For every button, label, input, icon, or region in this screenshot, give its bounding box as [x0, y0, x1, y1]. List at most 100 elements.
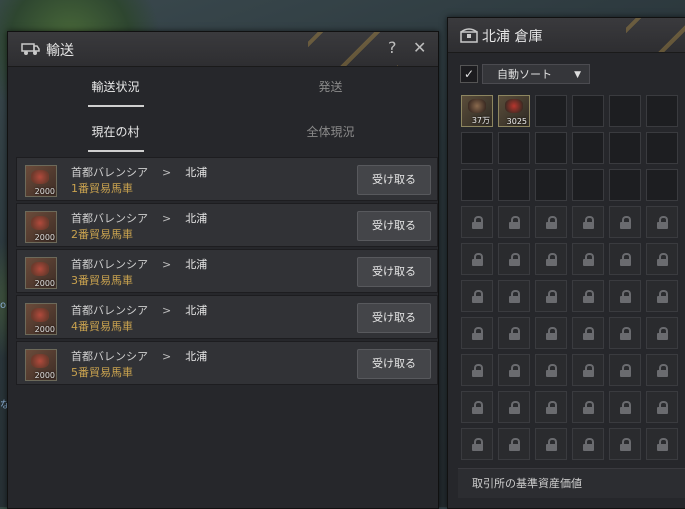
route-arrow: >	[162, 304, 172, 317]
auto-sort-checkbox[interactable]: ✓	[460, 65, 478, 83]
transport-tabs: 輸送状況 発送	[8, 67, 438, 107]
route-destination: 北浦	[185, 350, 208, 363]
inventory-slot-locked	[461, 280, 493, 312]
item-count: 3025	[506, 117, 527, 126]
inventory-slot-empty[interactable]	[609, 169, 641, 201]
inventory-slot-locked	[535, 280, 567, 312]
tab-current-village[interactable]: 現在の村	[8, 112, 223, 152]
inventory-slot-locked	[609, 428, 641, 460]
inventory-slot-empty[interactable]	[646, 132, 678, 164]
trade-goods-icon: 2000	[25, 349, 57, 381]
inventory-slot-empty[interactable]	[572, 169, 604, 201]
close-button[interactable]: ✕	[413, 38, 426, 57]
route-destination: 北浦	[185, 304, 208, 317]
help-button[interactable]: ?	[388, 38, 397, 57]
lock-icon	[583, 290, 594, 303]
lock-icon	[546, 216, 557, 229]
lock-icon	[509, 216, 520, 229]
inventory-slot-empty[interactable]	[498, 132, 530, 164]
item-count: 2000	[34, 371, 55, 380]
tab-overall-status[interactable]: 全体現況	[223, 112, 438, 152]
lock-icon	[620, 253, 631, 266]
wagon-name: 4番貿易馬車	[71, 320, 133, 333]
trade-goods-icon: 2000	[25, 165, 57, 197]
wagon-name: 1番貿易馬車	[71, 182, 133, 195]
inventory-slot-locked	[461, 317, 493, 349]
receive-button[interactable]: 受け取る	[357, 257, 431, 287]
receive-button[interactable]: 受け取る	[357, 211, 431, 241]
inventory-slot-empty[interactable]	[646, 95, 678, 127]
inventory-slot-locked	[498, 280, 530, 312]
route: 首都バレンシア > 北浦	[71, 210, 207, 226]
lock-icon	[620, 216, 631, 229]
lock-icon	[657, 253, 668, 266]
inventory-slot-empty[interactable]	[461, 132, 493, 164]
inventory-slot-locked	[461, 354, 493, 386]
tab-dispatch[interactable]: 発送	[223, 67, 438, 107]
lock-icon	[546, 438, 557, 451]
transport-row: 2000 首都バレンシア > 北浦 2番貿易馬車 受け取る	[16, 203, 438, 247]
item-count: 2000	[34, 279, 55, 288]
inventory-slot-empty[interactable]	[572, 132, 604, 164]
inventory-slot-empty[interactable]	[535, 169, 567, 201]
lock-icon	[620, 290, 631, 303]
route: 首都バレンシア > 北浦	[71, 164, 207, 180]
inventory-slot-locked	[609, 391, 641, 423]
item-icon	[468, 99, 486, 113]
inventory-slot-empty[interactable]	[646, 169, 678, 201]
tab-transport-status[interactable]: 輸送状況	[8, 67, 223, 107]
inventory-slot-empty[interactable]	[609, 132, 641, 164]
receive-button[interactable]: 受け取る	[357, 165, 431, 195]
item-count: 2000	[34, 325, 55, 334]
inventory-slot-locked	[498, 243, 530, 275]
inventory-slot-item[interactable]: 37万	[461, 95, 493, 127]
lock-icon	[509, 290, 520, 303]
lock-icon	[657, 364, 668, 377]
lock-icon	[472, 364, 483, 377]
inventory-slot-empty[interactable]	[609, 95, 641, 127]
lock-icon	[472, 290, 483, 303]
inventory-slot-empty[interactable]	[461, 169, 493, 201]
receive-button[interactable]: 受け取る	[357, 303, 431, 333]
wagon-name: 2番貿易馬車	[71, 228, 133, 241]
route-destination: 北浦	[185, 258, 208, 271]
lock-icon	[620, 438, 631, 451]
warehouse-window: 北浦 倉庫 ✓ 自動ソート ▼ 37万 3025 取引所の基準資産価値	[447, 17, 685, 509]
route-destination: 北浦	[185, 212, 208, 225]
inventory-slot-locked	[498, 317, 530, 349]
inventory-slot-empty[interactable]	[535, 95, 567, 127]
transport-subtabs: 現在の村 全体現況	[8, 112, 438, 152]
sort-dropdown[interactable]: 自動ソート ▼	[482, 64, 590, 84]
lock-icon	[657, 290, 668, 303]
inventory-slot-locked	[535, 428, 567, 460]
lock-icon	[509, 364, 520, 377]
receive-button[interactable]: 受け取る	[357, 349, 431, 379]
inventory-slot-locked	[646, 280, 678, 312]
inventory-slot-locked	[535, 243, 567, 275]
lock-icon	[472, 253, 483, 266]
trade-goods-icon: 2000	[25, 257, 57, 289]
wagon-name: 5番貿易馬車	[71, 366, 133, 379]
asset-value-bar: 取引所の基準資産価値	[458, 468, 685, 498]
lock-icon	[509, 401, 520, 414]
lock-icon	[509, 253, 520, 266]
item-icon	[505, 99, 523, 113]
lock-icon	[472, 327, 483, 340]
inventory-slot-empty[interactable]	[535, 132, 567, 164]
lock-icon	[472, 216, 483, 229]
inventory-slot-locked	[572, 280, 604, 312]
warehouse-titlebar[interactable]: 北浦 倉庫	[448, 18, 685, 53]
inventory-slot-locked	[572, 391, 604, 423]
inventory-slot-empty[interactable]	[498, 169, 530, 201]
inventory-slot-empty[interactable]	[572, 95, 604, 127]
inventory-slot-locked	[461, 243, 493, 275]
lock-icon	[620, 401, 631, 414]
inventory-slot-locked	[609, 243, 641, 275]
inventory-slot-item[interactable]: 3025	[498, 95, 530, 127]
transport-window: 輸送 ? ✕ 輸送状況 発送 現在の村 全体現況 2000 首都バレンシア > 北浦 1…	[7, 31, 439, 509]
inventory-slot-locked	[646, 243, 678, 275]
lock-icon	[583, 364, 594, 377]
inventory-slot-locked	[572, 428, 604, 460]
item-count: 2000	[34, 233, 55, 242]
transport-titlebar[interactable]: 輸送 ? ✕	[8, 32, 438, 67]
